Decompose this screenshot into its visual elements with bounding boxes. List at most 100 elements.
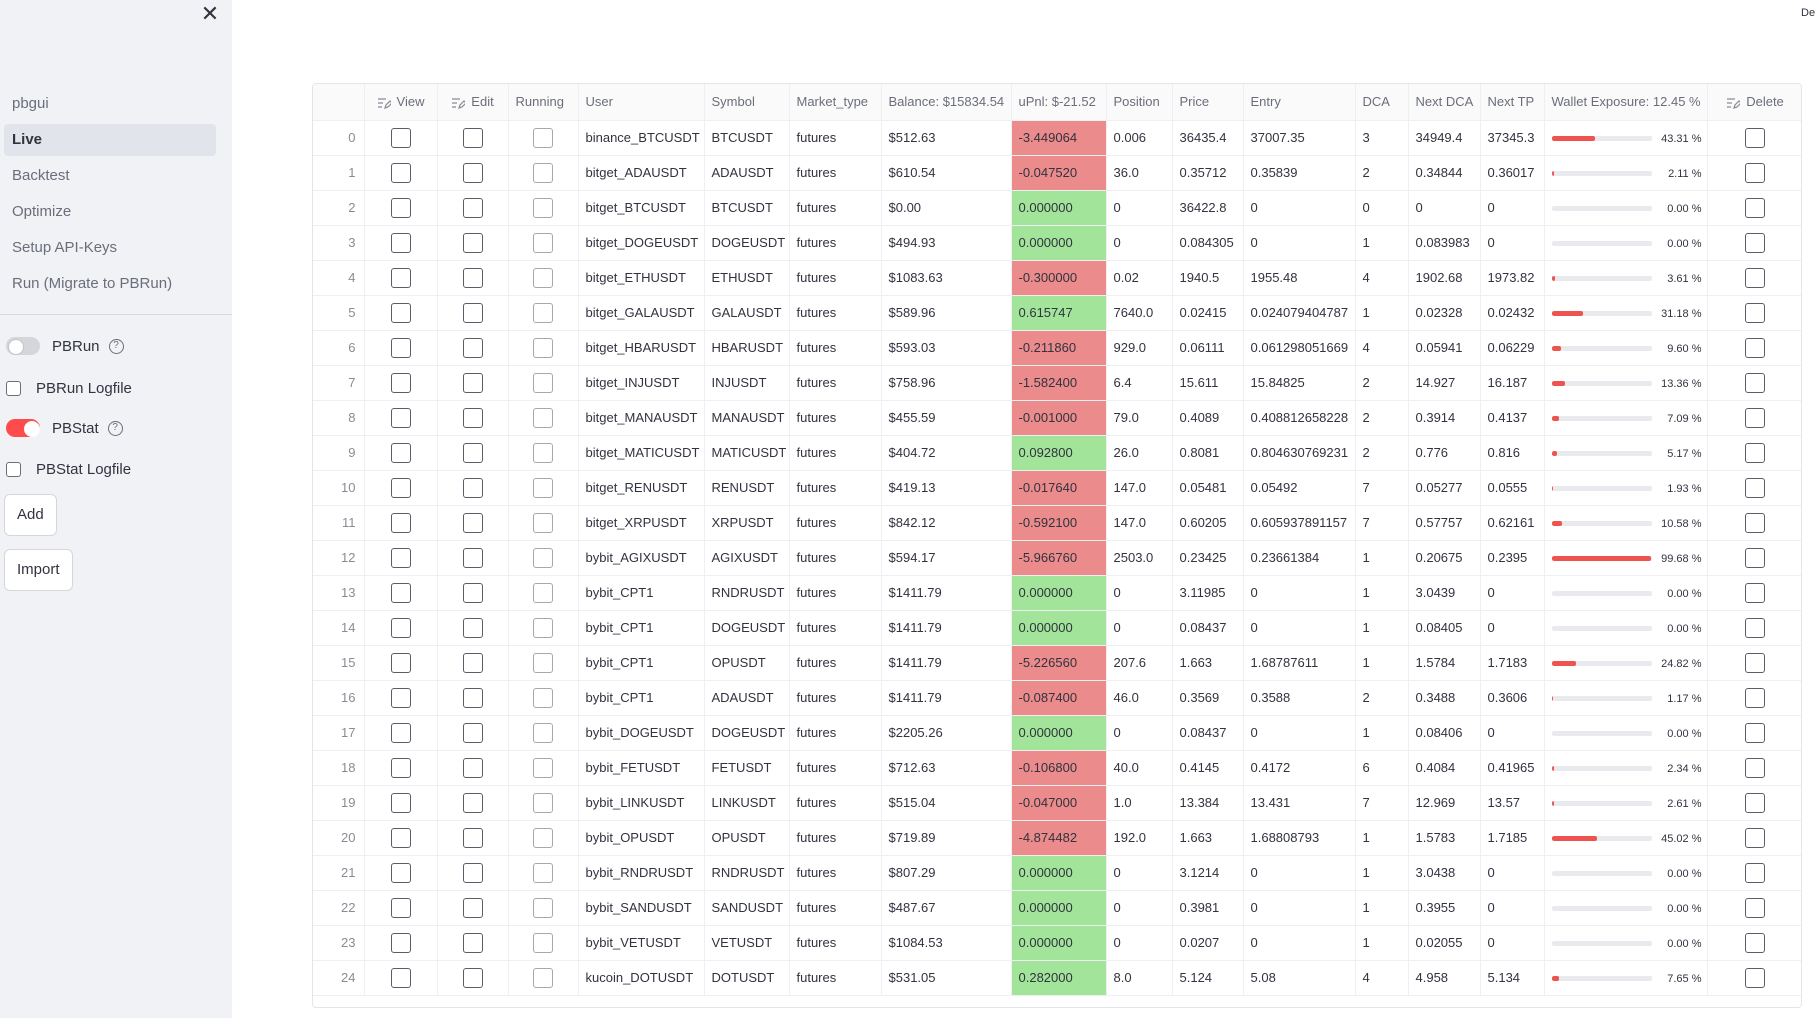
- user-cell[interactable]: bybit_OPUSDT: [578, 820, 705, 856]
- entry-cell[interactable]: 0.4172: [1243, 750, 1356, 786]
- upnl-cell[interactable]: -5.226560: [1011, 645, 1107, 681]
- delete-checkbox[interactable]: [1745, 932, 1765, 953]
- market-type-cell[interactable]: futures: [789, 295, 882, 331]
- price-cell[interactable]: 0.4089: [1172, 400, 1244, 436]
- upnl-cell[interactable]: 0.000000: [1011, 715, 1107, 751]
- edit-checkbox[interactable]: [462, 267, 483, 288]
- symbol-cell[interactable]: DOTUSDT: [704, 960, 790, 996]
- next-dca-cell[interactable]: 14.927: [1408, 365, 1481, 401]
- entry-cell[interactable]: 0: [1243, 610, 1356, 646]
- view-checkbox[interactable]: [390, 372, 411, 393]
- entry-cell[interactable]: 15.84825: [1243, 365, 1356, 401]
- view-checkbox[interactable]: [390, 337, 411, 358]
- symbol-cell[interactable]: OPUSDT: [704, 645, 790, 681]
- edit-checkbox[interactable]: [462, 232, 483, 253]
- next-tp-cell[interactable]: 0.3606: [1480, 680, 1545, 716]
- next-dca-cell[interactable]: 3.0439: [1408, 575, 1481, 611]
- user-cell[interactable]: bybit_FETUSDT: [578, 750, 705, 786]
- position-cell[interactable]: 0.02: [1106, 260, 1173, 296]
- col-header-dca[interactable]: DCA: [1355, 84, 1409, 121]
- pbstat-toggle[interactable]: [6, 419, 40, 437]
- symbol-cell[interactable]: HBARUSDT: [704, 330, 790, 366]
- user-cell[interactable]: bitget_MATICUSDT: [578, 435, 705, 471]
- delete-checkbox[interactable]: [1745, 267, 1765, 288]
- wallet-exposure-cell[interactable]: 24.82 %: [1544, 645, 1708, 681]
- wallet-exposure-cell[interactable]: 45.02 %: [1544, 820, 1708, 856]
- entry-cell[interactable]: 1.68808793: [1243, 820, 1356, 856]
- position-cell[interactable]: 6.4: [1106, 365, 1173, 401]
- position-cell[interactable]: 0: [1106, 890, 1173, 926]
- upnl-cell[interactable]: -0.047000: [1011, 785, 1107, 821]
- user-cell[interactable]: bitget_MANAUSDT: [578, 400, 705, 436]
- dca-cell[interactable]: 4: [1355, 330, 1409, 366]
- entry-cell[interactable]: 0.804630769231: [1243, 435, 1356, 471]
- balance-cell[interactable]: $1411.79: [881, 610, 1012, 646]
- wallet-exposure-cell[interactable]: 0.00 %: [1544, 190, 1708, 226]
- delete-checkbox[interactable]: [1745, 792, 1765, 813]
- nav-item-setup-api-keys[interactable]: Setup API-Keys: [4, 232, 216, 264]
- price-cell[interactable]: 0.084305: [1172, 225, 1244, 261]
- col-header-view[interactable]: View: [364, 84, 438, 121]
- next-tp-cell[interactable]: 5.134: [1480, 960, 1545, 996]
- balance-cell[interactable]: $1411.79: [881, 575, 1012, 611]
- symbol-cell[interactable]: RNDRUSDT: [704, 855, 790, 891]
- position-cell[interactable]: 0: [1106, 925, 1173, 961]
- entry-cell[interactable]: 0.408812658228: [1243, 400, 1356, 436]
- delete-checkbox[interactable]: [1745, 162, 1765, 183]
- help-icon[interactable]: ?: [107, 420, 123, 436]
- balance-cell[interactable]: $494.93: [881, 225, 1012, 261]
- upnl-cell[interactable]: -5.966760: [1011, 540, 1107, 576]
- entry-cell[interactable]: 0.024079404787: [1243, 295, 1356, 331]
- market-type-cell[interactable]: futures: [789, 330, 882, 366]
- symbol-cell[interactable]: RENUSDT: [704, 470, 790, 506]
- balance-cell[interactable]: $0.00: [881, 190, 1012, 226]
- user-cell[interactable]: bybit_LINKUSDT: [578, 785, 705, 821]
- col-header-next-tp[interactable]: Next TP: [1480, 84, 1545, 121]
- dca-cell[interactable]: 4: [1355, 260, 1409, 296]
- wallet-exposure-cell[interactable]: 2.61 %: [1544, 785, 1708, 821]
- balance-cell[interactable]: $419.13: [881, 470, 1012, 506]
- col-header-wallet-exposure[interactable]: Wallet Exposure: 12.45 %: [1544, 84, 1708, 121]
- view-checkbox[interactable]: [390, 547, 411, 568]
- balance-cell[interactable]: $515.04: [881, 785, 1012, 821]
- next-tp-cell[interactable]: 0: [1480, 890, 1545, 926]
- user-cell[interactable]: bybit_CPT1: [578, 645, 705, 681]
- edit-checkbox[interactable]: [462, 967, 483, 988]
- wallet-exposure-cell[interactable]: 1.17 %: [1544, 680, 1708, 716]
- price-cell[interactable]: 0.8081: [1172, 435, 1244, 471]
- delete-checkbox[interactable]: [1745, 827, 1765, 848]
- dca-cell[interactable]: 2: [1355, 400, 1409, 436]
- nav-item-run-migrate[interactable]: Run (Migrate to PBRun): [4, 268, 216, 300]
- col-header-position[interactable]: Position: [1106, 84, 1173, 121]
- view-checkbox[interactable]: [390, 862, 411, 883]
- next-tp-cell[interactable]: 0: [1480, 715, 1545, 751]
- col-header-user[interactable]: User: [578, 84, 705, 121]
- wallet-exposure-cell[interactable]: 31.18 %: [1544, 295, 1708, 331]
- edit-checkbox[interactable]: [462, 652, 483, 673]
- market-type-cell[interactable]: futures: [789, 680, 882, 716]
- user-cell[interactable]: bitget_XRPUSDT: [578, 505, 705, 541]
- symbol-cell[interactable]: RNDRUSDT: [704, 575, 790, 611]
- next-dca-cell[interactable]: 0.4084: [1408, 750, 1481, 786]
- wallet-exposure-cell[interactable]: 7.65 %: [1544, 960, 1708, 996]
- delete-checkbox[interactable]: [1745, 547, 1765, 568]
- entry-cell[interactable]: 0: [1243, 855, 1356, 891]
- balance-cell[interactable]: $2205.26: [881, 715, 1012, 751]
- delete-checkbox[interactable]: [1745, 232, 1765, 253]
- dca-cell[interactable]: 1: [1355, 890, 1409, 926]
- position-cell[interactable]: 1.0: [1106, 785, 1173, 821]
- next-tp-cell[interactable]: 0: [1480, 575, 1545, 611]
- nav-item-live[interactable]: Live: [4, 124, 216, 156]
- price-cell[interactable]: 0.3569: [1172, 680, 1244, 716]
- delete-checkbox[interactable]: [1745, 407, 1765, 428]
- next-dca-cell[interactable]: 0.3488: [1408, 680, 1481, 716]
- delete-checkbox[interactable]: [1745, 372, 1765, 393]
- market-type-cell[interactable]: futures: [789, 785, 882, 821]
- symbol-cell[interactable]: INJUSDT: [704, 365, 790, 401]
- position-cell[interactable]: 0.006: [1106, 120, 1173, 156]
- delete-checkbox[interactable]: [1745, 582, 1765, 603]
- user-cell[interactable]: bybit_CPT1: [578, 575, 705, 611]
- pbrun-toggle[interactable]: [6, 337, 40, 355]
- market-type-cell[interactable]: futures: [789, 925, 882, 961]
- view-checkbox[interactable]: [390, 967, 411, 988]
